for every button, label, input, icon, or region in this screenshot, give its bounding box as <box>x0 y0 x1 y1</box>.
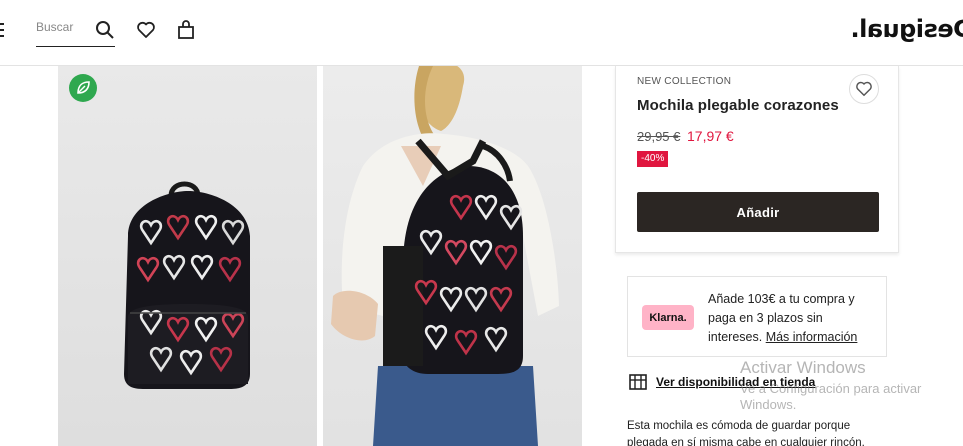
sale-price: 17,97 € <box>687 128 734 144</box>
klarna-text: Añade 103€ a tu compra y paga en 3 plazo… <box>708 290 878 347</box>
search-box[interactable] <box>36 16 115 47</box>
site-header: Desigual. <box>0 0 963 66</box>
heart-icon[interactable] <box>136 20 156 40</box>
klarna-logo: Klarna. <box>642 305 694 330</box>
product-image-main[interactable] <box>58 66 317 446</box>
backpack-illustration <box>124 181 250 389</box>
search-input[interactable] <box>36 20 92 34</box>
add-to-cart-button[interactable]: Añadir <box>637 192 879 232</box>
klarna-box: Klarna. Añade 103€ a tu compra y paga en… <box>627 276 887 357</box>
check-store-availability-link[interactable]: Ver disponibilidad en tienda <box>656 375 815 389</box>
menu-icon[interactable] <box>0 23 5 37</box>
original-price: 29,95 € <box>637 129 681 144</box>
leaf-icon <box>69 74 97 102</box>
store-icon <box>629 374 647 390</box>
product-info-card: NEW COLLECTION Mochila plegable corazone… <box>615 66 899 253</box>
product-title: Mochila plegable corazones <box>637 97 839 114</box>
add-to-wishlist-button[interactable] <box>849 74 879 104</box>
discount-badge: -40% <box>637 151 669 167</box>
brand-logo[interactable]: Desigual. <box>851 15 963 43</box>
model-illustration <box>331 66 559 446</box>
bag-icon[interactable] <box>176 20 196 40</box>
search-icon[interactable] <box>95 20 115 40</box>
heart-icon <box>856 81 872 97</box>
collection-label: NEW COLLECTION <box>637 76 732 87</box>
product-image-model[interactable] <box>323 66 582 446</box>
product-description: Esta mochila es cómoda de guardar porque… <box>627 420 865 446</box>
klarna-more-info-link[interactable]: Más información <box>766 330 858 344</box>
